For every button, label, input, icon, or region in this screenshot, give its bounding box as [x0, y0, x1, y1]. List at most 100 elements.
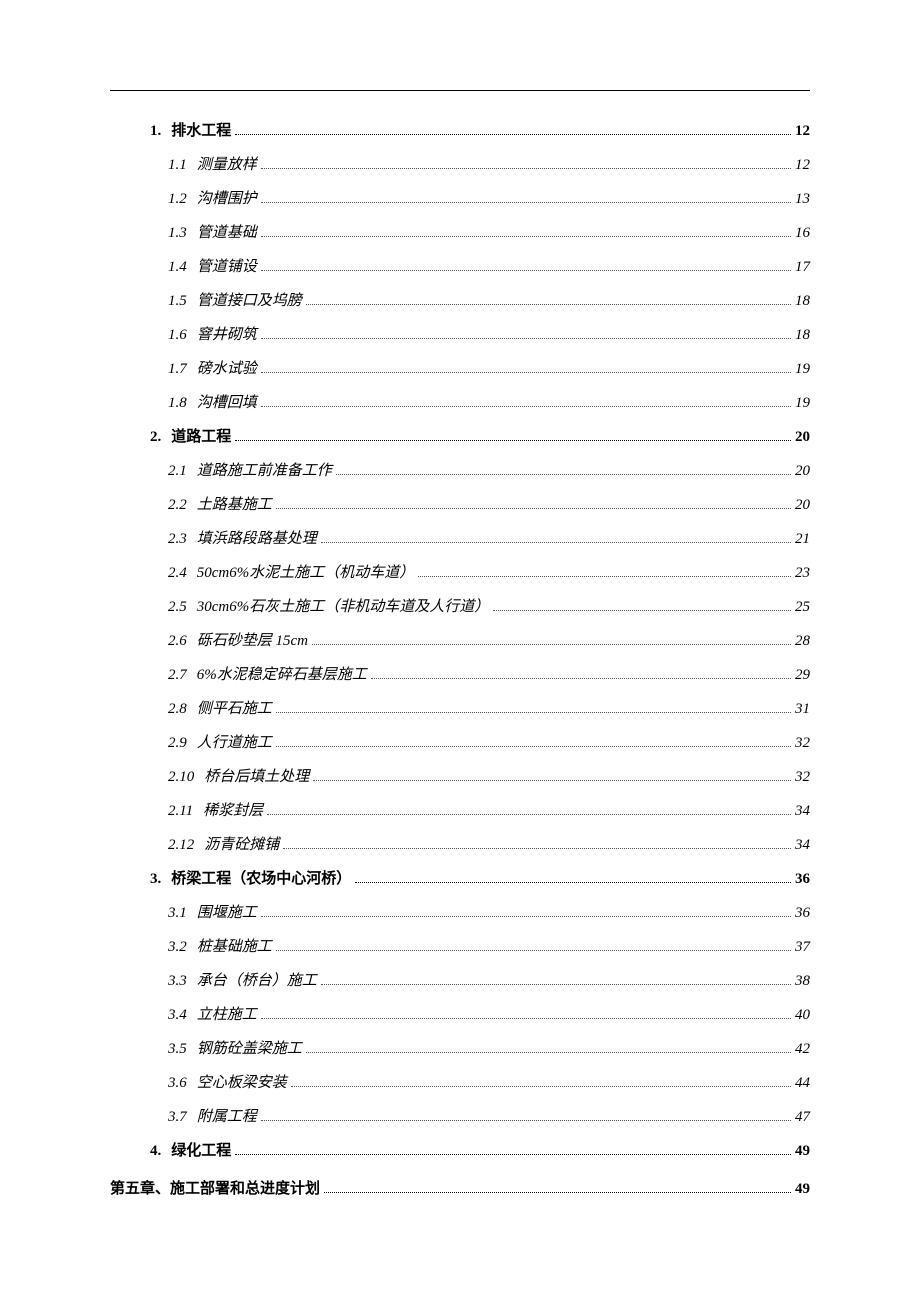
- toc-title-text: 绿化工程: [171, 1139, 231, 1163]
- toc-leader-dots: [312, 644, 791, 645]
- toc-title-text: 桥台后填土处理: [204, 765, 309, 789]
- toc-title-text: 稀浆封层: [203, 799, 263, 823]
- toc-entry: 2.10桥台后填土处理32: [110, 765, 810, 789]
- toc-title-text: 道路施工前准备工作: [197, 459, 332, 483]
- toc-leader-dots: [261, 338, 791, 339]
- toc-number: 3.3: [168, 969, 187, 993]
- toc-entry: 1.3 管道基础 16: [110, 221, 810, 245]
- toc-page-number: 20: [795, 425, 810, 449]
- toc-title-text: 砾石砂垫层 15cm: [197, 629, 308, 653]
- toc-number: 1.3: [168, 221, 187, 245]
- toc-page-number: 12: [795, 153, 810, 177]
- toc-entry: 1.2沟槽围护13: [110, 187, 810, 211]
- toc-page-number: 32: [795, 765, 810, 789]
- toc-page-number: 18: [795, 323, 810, 347]
- toc-title-text: 沥青砼摊铺: [204, 833, 279, 857]
- toc-page-number: 12: [795, 119, 810, 143]
- toc-number: 1.1: [168, 153, 187, 177]
- toc-number: 2.4: [168, 561, 187, 585]
- toc-title-text: 管道接口及坞膀: [197, 289, 302, 313]
- toc-entry: 1.7磅水试验19: [110, 357, 810, 381]
- toc-number: 1.7: [168, 357, 187, 381]
- toc-entry: 1.1 测量放样 12: [110, 153, 810, 177]
- toc-page-number: 49: [795, 1139, 810, 1163]
- toc-number: 4.: [150, 1139, 171, 1163]
- toc-entry: 3.4立柱施工40: [110, 1003, 810, 1027]
- toc-page-number: 40: [795, 1003, 810, 1027]
- toc-leader-dots: [261, 372, 791, 373]
- toc-entry: 3.3承台（桥台）施工38: [110, 969, 810, 993]
- toc-entry: 3.1围堰施工36: [110, 901, 810, 925]
- toc-entry: 3.2 桩基础施工 37: [110, 935, 810, 959]
- toc-leader-dots: [261, 1018, 791, 1019]
- toc-entry: 2.12沥青砼摊铺34: [110, 833, 810, 857]
- toc-title-text: 窨井砌筑: [197, 323, 257, 347]
- toc-leader-dots: [371, 678, 791, 679]
- toc-leader-dots: [493, 610, 791, 611]
- toc-title-text: 空心板梁安装: [197, 1071, 287, 1095]
- toc-entry: 2.9人行道施工32: [110, 731, 810, 755]
- toc-leader-dots: [291, 1086, 791, 1087]
- toc-number: 3.7: [168, 1105, 187, 1129]
- toc-page-number: 32: [795, 731, 810, 755]
- toc-page-number: 17: [795, 255, 810, 279]
- toc-title-text: 钢筋砼盖梁施工: [197, 1037, 302, 1061]
- toc-entry: 3.5钢筋砼盖梁施工42: [110, 1037, 810, 1061]
- toc-leader-dots: [261, 1120, 791, 1121]
- toc-page-number: 36: [795, 901, 810, 925]
- toc-page-number: 34: [795, 799, 810, 823]
- toc-leader-dots: [261, 236, 791, 237]
- toc-number: 2.11: [168, 799, 193, 823]
- toc-leader-dots: [306, 1052, 791, 1053]
- toc-title-text: 测量放样: [197, 153, 257, 177]
- toc-number: 2.5: [168, 595, 187, 619]
- toc-page-number: 18: [795, 289, 810, 313]
- toc-entry: 1.4 管道铺设 17: [110, 255, 810, 279]
- toc-number: 2.6: [168, 629, 187, 653]
- toc-number: 3.1: [168, 901, 187, 925]
- toc-entry: 第五章、施工部署和总进度计划49: [110, 1177, 810, 1201]
- toc-page-number: 13: [795, 187, 810, 211]
- toc-leader-dots: [276, 712, 791, 713]
- toc-title-text: 桥梁工程（农场中心河桥）: [171, 867, 351, 891]
- toc-title-text: 管道基础: [197, 221, 257, 245]
- toc-title-text: 承台（桥台）施工: [197, 969, 317, 993]
- toc-page-number: 47: [795, 1105, 810, 1129]
- toc-entry: 4.绿化工程 49: [110, 1139, 810, 1163]
- toc-page-number: 37: [795, 935, 810, 959]
- header-divider: [110, 90, 810, 91]
- toc-number: 2.1: [168, 459, 187, 483]
- toc-title-text: 道路工程: [171, 425, 231, 449]
- toc-title-text: 桩基础施工: [197, 935, 272, 959]
- toc-leader-dots: [276, 746, 791, 747]
- toc-page-number: 44: [795, 1071, 810, 1095]
- toc-number: 1.4: [168, 255, 187, 279]
- toc-entry: 2.530cm6%石灰土施工（非机动车道及人行道）25: [110, 595, 810, 619]
- toc-title-text: 管道铺设: [197, 255, 257, 279]
- toc-page-number: 21: [795, 527, 810, 551]
- toc-number: 2.8: [168, 697, 187, 721]
- toc-page-number: 31: [795, 697, 810, 721]
- toc-page-number: 34: [795, 833, 810, 857]
- toc-page-number: 19: [795, 391, 810, 415]
- toc-entry: 2.76%水泥稳定碎石基层施工29: [110, 663, 810, 687]
- toc-title-text: 填浜路段路基处理: [197, 527, 317, 551]
- toc-title-text: 排水工程: [171, 119, 231, 143]
- toc-entry: 2.11 稀浆封层 34: [110, 799, 810, 823]
- toc-leader-dots: [324, 1192, 791, 1193]
- toc-page-number: 28: [795, 629, 810, 653]
- toc-number: 2.3: [168, 527, 187, 551]
- toc-page-number: 16: [795, 221, 810, 245]
- toc-leader-dots: [355, 882, 791, 883]
- toc-number: 1.2: [168, 187, 187, 211]
- toc-page-number: 20: [795, 459, 810, 483]
- toc-leader-dots: [235, 1154, 791, 1155]
- toc-entry: 1.6窨井砌筑18: [110, 323, 810, 347]
- toc-leader-dots: [321, 542, 791, 543]
- toc-leader-dots: [321, 984, 791, 985]
- toc-page-number: 29: [795, 663, 810, 687]
- toc-leader-dots: [313, 780, 791, 781]
- toc-number: 1.: [150, 119, 171, 143]
- toc-number: 3.2: [168, 935, 187, 959]
- toc-title-text: 侧平石施工: [197, 697, 272, 721]
